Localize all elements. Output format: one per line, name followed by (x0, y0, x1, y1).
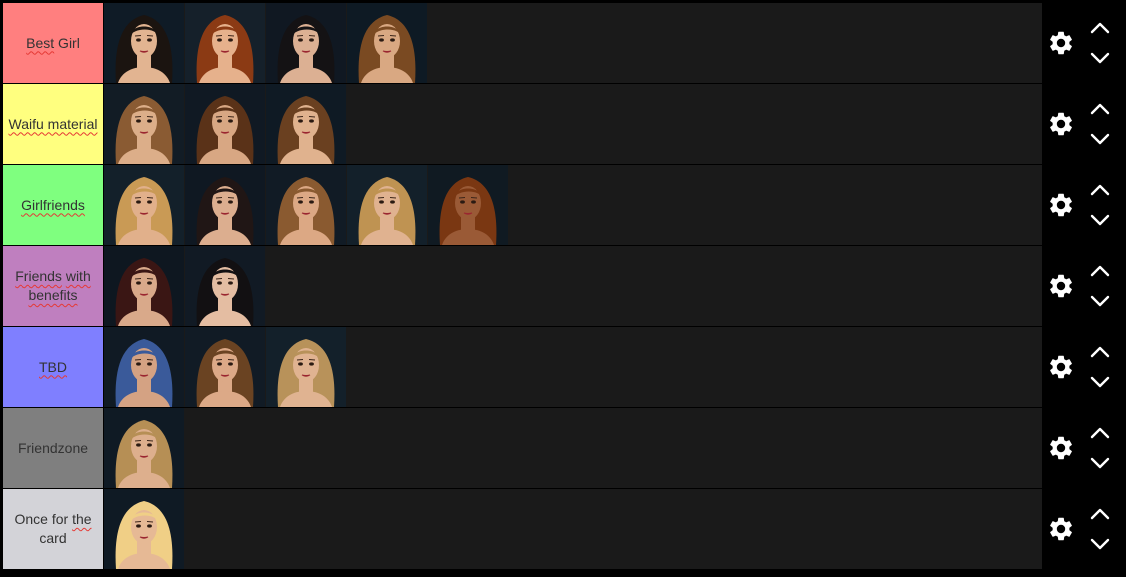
tier-items-dropzone[interactable] (104, 408, 1042, 488)
tier-move-controls (1088, 19, 1112, 67)
tier-row: Best Girl (3, 3, 1123, 83)
tier-move-controls (1088, 100, 1112, 148)
tier-label[interactable]: Friends with benefits (3, 246, 103, 326)
chevron-down-icon[interactable] (1088, 211, 1112, 229)
tier-label-part: Girl (54, 34, 80, 51)
chevron-down-icon[interactable] (1088, 373, 1112, 391)
chevron-up-icon[interactable] (1088, 181, 1112, 199)
portrait-dark-hair[interactable] (104, 3, 184, 83)
tier-label-part: Friendzone (17, 439, 89, 456)
tier-items-dropzone[interactable] (104, 84, 1042, 164)
portrait-brown-bun[interactable] (266, 84, 346, 164)
tier-row: Once for the card (3, 489, 1123, 569)
tier-move-controls (1088, 505, 1112, 553)
tier-list-board: Best Girl Waifu material Girlfriends Fri… (3, 3, 1123, 573)
tier-label[interactable]: Waifu material (3, 84, 103, 164)
tier-controls (1042, 327, 1123, 407)
portrait-light-brown-wavy[interactable] (266, 165, 346, 245)
tier-label-text: Friendzone (18, 439, 88, 458)
portrait-black-bob[interactable] (185, 246, 265, 326)
tier-label-part: benefits (28, 287, 78, 303)
tier-controls (1042, 489, 1123, 569)
tier-move-controls (1088, 424, 1112, 472)
tier-controls (1042, 165, 1123, 245)
tier-label-text: Girlfriends (21, 196, 85, 215)
chevron-up-icon[interactable] (1088, 343, 1112, 361)
tier-label-part: Friends (15, 268, 62, 284)
portrait-auburn-curly[interactable] (185, 3, 265, 83)
chevron-down-icon[interactable] (1088, 130, 1112, 148)
tier-row: Friendzone (3, 408, 1123, 488)
chevron-up-icon[interactable] (1088, 19, 1112, 37)
gear-icon[interactable] (1044, 431, 1078, 465)
chevron-down-icon[interactable] (1088, 454, 1112, 472)
chevron-up-icon[interactable] (1088, 262, 1112, 280)
tier-items-dropzone[interactable] (104, 489, 1042, 569)
tier-label-part: Once for (14, 511, 73, 527)
tier-controls (1042, 408, 1123, 488)
portrait-dark-red-curly[interactable] (104, 246, 184, 326)
tier-label-part: the (72, 511, 92, 527)
gear-icon[interactable] (1044, 107, 1078, 141)
tier-label-part: card (39, 530, 67, 546)
tier-move-controls (1088, 343, 1112, 391)
tier-items-dropzone[interactable] (104, 165, 1042, 245)
tier-items-dropzone[interactable] (104, 246, 1042, 326)
tier-label-text: Best Girl (26, 34, 80, 53)
chevron-down-icon[interactable] (1088, 535, 1112, 553)
tier-controls (1042, 84, 1123, 164)
gear-icon[interactable] (1044, 269, 1078, 303)
tier-move-controls (1088, 181, 1112, 229)
tier-label[interactable]: Friendzone (3, 408, 103, 488)
tier-label-part: with (65, 268, 91, 284)
tier-row: TBD (3, 327, 1123, 407)
portrait-light-brown-long[interactable] (104, 84, 184, 164)
portrait-red-curly[interactable] (428, 165, 508, 245)
portrait-dark-space-buns[interactable] (185, 165, 265, 245)
tier-items-dropzone[interactable] (104, 327, 1042, 407)
tier-label-text: Waifu material (9, 115, 98, 134)
portrait-platinum-blonde[interactable] (104, 489, 184, 569)
tier-label[interactable]: Girlfriends (3, 165, 103, 245)
portrait-brown-ponytail[interactable] (347, 3, 427, 83)
tier-row: Girlfriends (3, 165, 1123, 245)
portrait-blonde-curly[interactable] (347, 165, 427, 245)
tier-label-text: Friends with benefits (7, 267, 99, 305)
portrait-brown-shoulder[interactable] (185, 84, 265, 164)
chevron-down-icon[interactable] (1088, 49, 1112, 67)
gear-icon[interactable] (1044, 188, 1078, 222)
tier-controls (1042, 3, 1123, 83)
tier-label-text: Once for the card (7, 510, 99, 548)
portrait-brown-long-straight[interactable] (185, 327, 265, 407)
tier-label[interactable]: Best Girl (3, 3, 103, 83)
tier-items-dropzone[interactable] (104, 3, 1042, 83)
portrait-blonde-wavy[interactable] (104, 165, 184, 245)
gear-icon[interactable] (1044, 350, 1078, 384)
tier-controls (1042, 246, 1123, 326)
portrait-blonde-braids[interactable] (266, 327, 346, 407)
portrait-blonde-shoulder[interactable] (104, 408, 184, 488)
tier-label-part: TBD (39, 358, 67, 375)
chevron-down-icon[interactable] (1088, 292, 1112, 310)
chevron-up-icon[interactable] (1088, 505, 1112, 523)
tier-label-part: Best (26, 34, 55, 51)
tier-row: Friends with benefits (3, 246, 1123, 326)
chevron-up-icon[interactable] (1088, 424, 1112, 442)
gear-icon[interactable] (1044, 512, 1078, 546)
tier-label[interactable]: TBD (3, 327, 103, 407)
gear-icon[interactable] (1044, 26, 1078, 60)
portrait-black-wavy[interactable] (266, 3, 346, 83)
portrait-blue-hair[interactable] (104, 327, 184, 407)
tier-row: Waifu material (3, 84, 1123, 164)
tier-move-controls (1088, 262, 1112, 310)
tier-label-part: Waifu material (8, 115, 98, 132)
tier-label-text: TBD (39, 358, 67, 377)
chevron-up-icon[interactable] (1088, 100, 1112, 118)
tier-label[interactable]: Once for the card (3, 489, 103, 569)
tier-label-part: Girlfriends (21, 196, 85, 213)
